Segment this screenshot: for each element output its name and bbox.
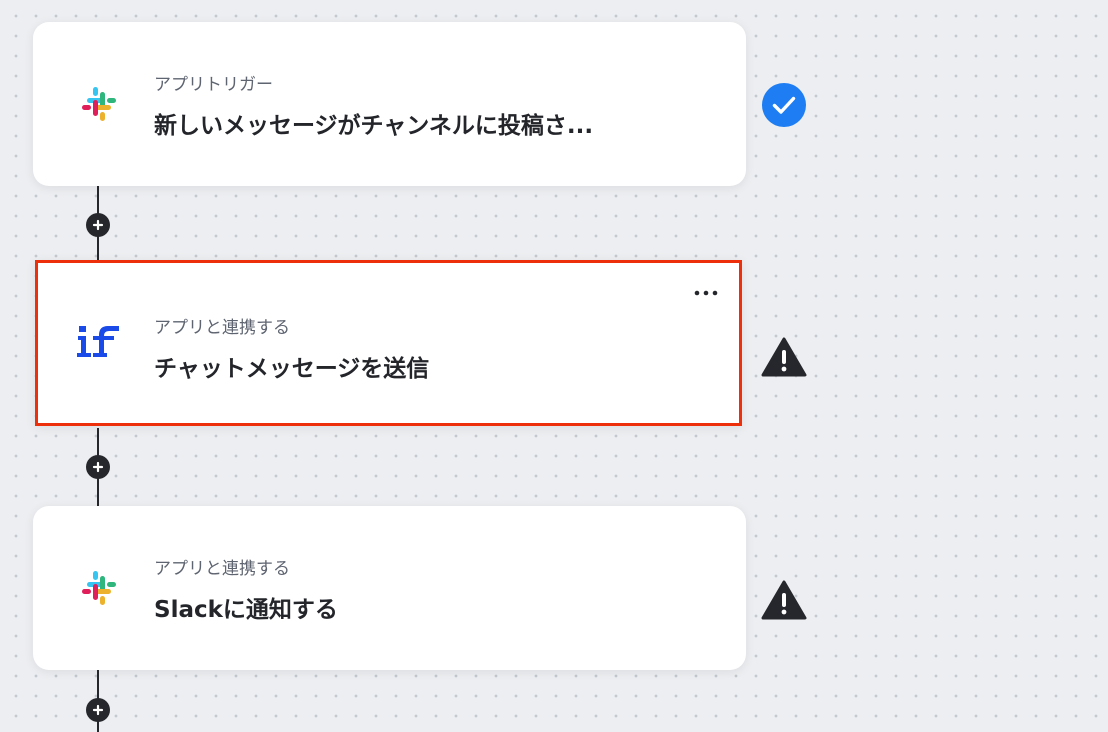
flow-step-card-trigger[interactable]: アプリトリガー 新しいメッセージがチャンネルに投稿さ... <box>33 22 746 186</box>
ellipsis-icon <box>694 290 718 296</box>
flow-step-card-send-chat-message[interactable]: アプリと連携する チャットメッセージを送信 <box>35 260 742 426</box>
add-step-button[interactable] <box>86 455 110 479</box>
step-title: 新しいメッセージがチャンネルに投稿さ... <box>154 113 594 139</box>
step-type-label: アプリトリガー <box>154 75 273 95</box>
warning-triangle-icon <box>760 333 808 381</box>
check-circle-icon <box>760 81 808 129</box>
add-step-button[interactable] <box>86 698 110 722</box>
flow-step-card-notify-slack[interactable]: アプリと連携する Slackに通知する <box>33 506 746 670</box>
slack-icon <box>77 566 121 610</box>
step-type-label: アプリと連携する <box>154 559 290 579</box>
step-title: チャットメッセージを送信 <box>154 356 430 382</box>
slack-icon <box>77 82 121 126</box>
warning-triangle-icon <box>760 576 808 624</box>
more-options-button[interactable] <box>691 283 721 303</box>
step-type-label: アプリと連携する <box>154 318 290 338</box>
if-logo-icon <box>77 321 121 365</box>
step-title: Slackに通知する <box>154 597 338 623</box>
add-step-button[interactable] <box>86 213 110 237</box>
plus-icon <box>92 219 104 231</box>
plus-icon <box>92 704 104 716</box>
plus-icon <box>92 461 104 473</box>
